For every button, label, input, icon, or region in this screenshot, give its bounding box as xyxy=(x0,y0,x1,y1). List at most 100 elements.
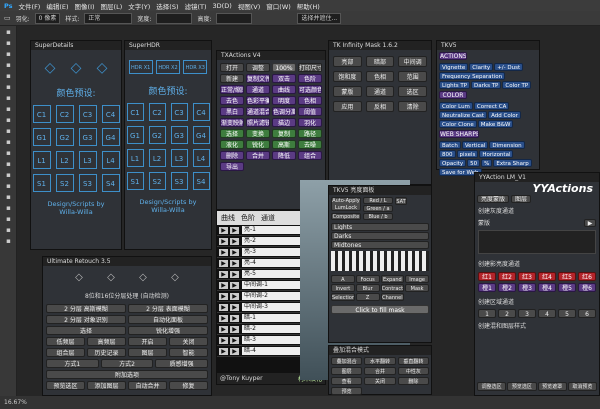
txactions-button[interactable]: 去色 xyxy=(220,96,244,105)
txactions-button[interactable]: 羽化 xyxy=(298,118,322,127)
retouch-button[interactable]: 质感增强 xyxy=(155,359,209,368)
web-button[interactable]: pixels xyxy=(456,150,479,158)
crop-tool-icon[interactable]: ▪ xyxy=(3,72,14,81)
preset-button[interactable]: L2 xyxy=(55,151,74,169)
menu-item[interactable]: 窗口(W) xyxy=(266,1,291,11)
preset-button[interactable]: L1 xyxy=(126,149,144,167)
yy-color-button[interactable]: 橙5 xyxy=(558,283,576,292)
preset-button[interactable]: C4 xyxy=(192,103,210,121)
yy-color-button[interactable]: 红1 xyxy=(478,272,496,281)
retouch-button[interactable]: 选择 xyxy=(46,326,126,335)
infinity-button[interactable]: 饱和度 xyxy=(333,71,362,82)
menu-item[interactable]: 编辑(E) xyxy=(46,1,68,11)
lumlock-tool-button[interactable]: Contract xyxy=(380,284,405,292)
lumlock-tool-button[interactable]: Z xyxy=(355,293,380,301)
lumlock-tool-button[interactable]: Selection xyxy=(331,293,355,301)
txactions-button[interactable]: 复制 xyxy=(272,129,296,138)
eraser-tool-icon[interactable]: ▪ xyxy=(3,138,14,147)
dodge-tool-icon[interactable]: ▪ xyxy=(3,171,14,180)
retouch-button[interactable]: 自动合并 xyxy=(128,381,167,390)
play-button[interactable]: ▶ xyxy=(584,218,596,227)
play-icon[interactable]: ▶ xyxy=(219,248,228,256)
preset-button[interactable]: G4 xyxy=(101,128,120,146)
infinity-button[interactable]: 蒙版 xyxy=(333,86,362,97)
retouch-button[interactable]: 预览选区 xyxy=(46,381,85,390)
preset-button[interactable]: S4 xyxy=(101,174,120,192)
play-icon[interactable]: ▶ xyxy=(230,347,239,355)
infinity-button[interactable]: 清除 xyxy=(398,101,427,112)
txactions-button[interactable]: 可选颜色 xyxy=(298,85,322,94)
txactions-button[interactable]: 黑白 xyxy=(220,107,244,116)
txactions-button[interactable]: 色调分离 xyxy=(272,107,296,116)
blend-button[interactable]: 图层 xyxy=(331,367,363,375)
preset-button[interactable]: S2 xyxy=(55,174,74,192)
txactions-button[interactable]: 液化 xyxy=(220,140,244,149)
lumlock-tool-button[interactable]: Blur xyxy=(355,284,380,292)
txactions-button[interactable]: 描边 xyxy=(272,118,296,127)
retouch-button[interactable]: 添加图层 xyxy=(87,381,126,390)
txactions-button[interactable]: 选择 xyxy=(220,129,244,138)
magic-wand-tool-icon[interactable]: ▪ xyxy=(3,61,14,70)
txactions-button[interactable]: 变换 xyxy=(246,129,270,138)
menu-item[interactable]: 帮助(H) xyxy=(297,1,320,11)
lumlock-tool-button[interactable]: Focus xyxy=(355,275,380,283)
txactions-button[interactable]: 打开 xyxy=(220,63,244,72)
web-button[interactable]: Opacity xyxy=(439,159,467,167)
hdr-button[interactable]: HDR X2 xyxy=(155,60,180,74)
retouch-button[interactable]: 修复 xyxy=(169,381,208,390)
retouch-button[interactable]: 关闭 xyxy=(169,337,208,346)
retouch-button[interactable]: 历史记录 xyxy=(87,348,126,357)
play-icon[interactable]: ▶ xyxy=(230,281,239,289)
txactions-button[interactable]: 色阶 xyxy=(298,74,322,83)
color-button[interactable]: Color Lum xyxy=(439,102,473,110)
curves-tab[interactable]: 色阶 xyxy=(241,213,255,223)
preset-button[interactable]: G1 xyxy=(126,126,144,144)
blur-tool-icon[interactable]: ▪ xyxy=(3,160,14,169)
menu-item[interactable]: 图层(L) xyxy=(101,1,123,11)
preset-button[interactable]: C4 xyxy=(101,105,120,123)
action-button[interactable]: Clarity xyxy=(469,63,494,71)
preset-button[interactable]: C2 xyxy=(55,105,74,123)
txactions-button[interactable]: 组合 xyxy=(298,151,322,160)
play-icon[interactable]: ▶ xyxy=(219,270,228,278)
txactions-button[interactable]: 导出 xyxy=(220,162,244,171)
play-icon[interactable]: ▶ xyxy=(219,303,228,311)
curves-tab[interactable]: 通道 xyxy=(261,213,275,223)
preset-button[interactable]: L1 xyxy=(32,151,51,169)
preset-button[interactable]: L3 xyxy=(78,151,97,169)
preset-button[interactable]: C1 xyxy=(126,103,144,121)
menu-item[interactable]: 选择(S) xyxy=(156,1,178,11)
preset-button[interactable]: S3 xyxy=(170,172,188,190)
region-button[interactable]: 1 xyxy=(478,309,496,318)
play-icon[interactable]: ▶ xyxy=(230,248,239,256)
preset-button[interactable]: L3 xyxy=(170,149,188,167)
retouch-button[interactable]: 智能 xyxy=(169,348,208,357)
action-button[interactable]: +/- Dust xyxy=(494,63,524,71)
play-icon[interactable]: ▶ xyxy=(230,325,239,333)
gradient-tool-icon[interactable]: ▪ xyxy=(3,149,14,158)
color-button[interactable]: Make B&W xyxy=(477,120,514,128)
lumlock-tool-button[interactable]: Invert xyxy=(331,284,355,292)
retouch-button[interactable]: 开启 xyxy=(128,337,167,346)
blend-button[interactable]: 垂直翻转 xyxy=(397,357,429,365)
txactions-button[interactable]: 通道混合 xyxy=(246,107,270,116)
channel-button[interactable]: Red / L xyxy=(363,197,393,204)
diamond-icon[interactable]: ◇ xyxy=(71,60,82,76)
region-button[interactable]: 3 xyxy=(518,309,536,318)
preset-button[interactable]: L4 xyxy=(192,149,210,167)
blend-button[interactable]: 查看 xyxy=(331,377,363,385)
menu-item[interactable]: 3D(D) xyxy=(213,2,232,10)
txactions-button[interactable]: 色彩平衡 xyxy=(246,96,270,105)
txactions-button[interactable]: 打印尺寸 xyxy=(298,63,322,72)
lumlock-tool-button[interactable]: A xyxy=(331,275,355,283)
auto-apply-button[interactable]: Auto-Apply LumLock xyxy=(331,197,361,211)
txactions-button[interactable]: 照片滤镜 xyxy=(246,118,270,127)
preset-button[interactable]: S1 xyxy=(126,172,144,190)
blend-button[interactable]: 中性灰 xyxy=(397,367,429,375)
txactions-button[interactable]: 通道 xyxy=(246,85,270,94)
txactions-button[interactable]: 新建 xyxy=(220,74,244,83)
retouch-button[interactable]: 方式1 xyxy=(46,359,99,368)
stamp-tool-icon[interactable]: ▪ xyxy=(3,116,14,125)
infinity-button[interactable]: 通道 xyxy=(365,86,395,97)
web-button[interactable]: 50 xyxy=(467,159,481,167)
